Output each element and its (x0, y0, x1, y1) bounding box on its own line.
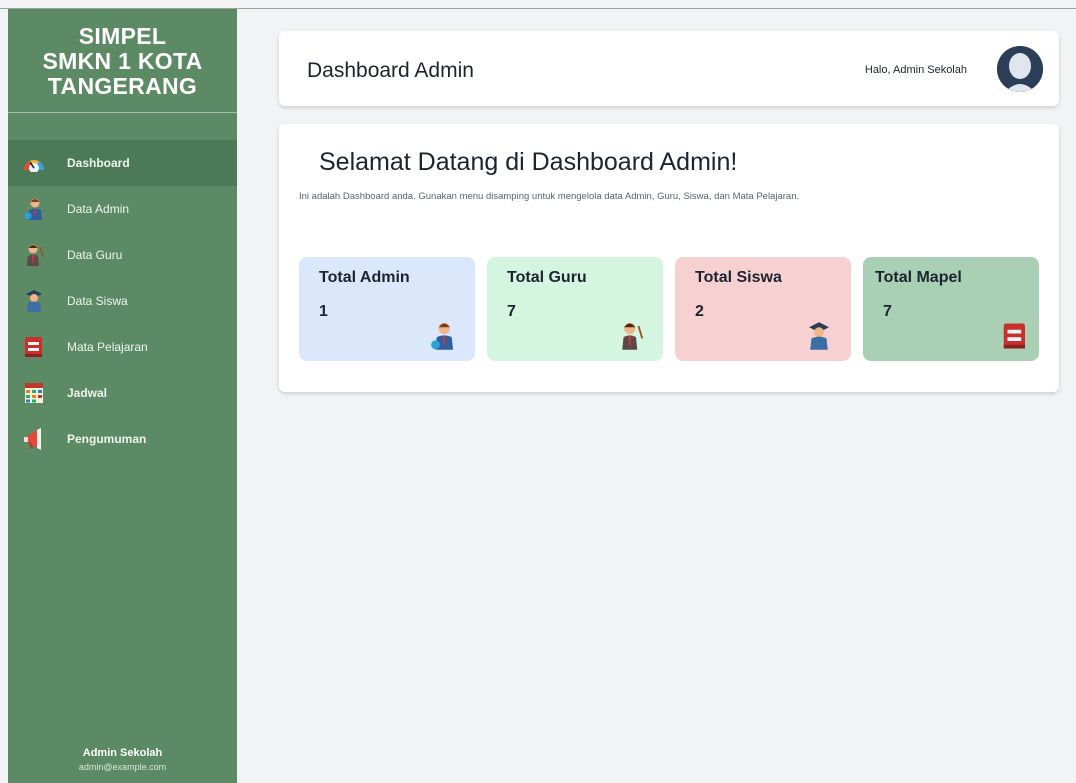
teacher-icon (617, 321, 645, 351)
sidebar: SIMPEL SMKN 1 KOTA TANGERANG Dashboard D… (8, 9, 237, 783)
stat-label: Total Mapel (875, 269, 962, 286)
stat-value: 7 (507, 303, 516, 320)
sidebar-item-label: Mata Pelajaran (67, 340, 148, 354)
sidebar-user-info: Admin Sekolah admin@example.com (8, 747, 237, 772)
sidebar-item-pengumuman[interactable]: Pengumuman (8, 416, 237, 462)
sidebar-item-jadwal[interactable]: Jadwal (8, 370, 237, 416)
welcome-card: Selamat Datang di Dashboard Admin! Ini a… (279, 124, 1059, 392)
sidebar-item-mata-pelajaran[interactable]: Mata Pelajaran (8, 324, 237, 370)
sidebar-item-data-siswa[interactable]: Data Siswa (8, 278, 237, 324)
user-greeting: Halo, Admin Sekolah (864, 64, 967, 76)
sidebar-user-name: Admin Sekolah (82, 747, 163, 759)
welcome-description: Ini adalah Dashboard anda. Gunakan menu … (299, 191, 800, 202)
brand-line-2: SMKN 1 KOTA (42, 48, 203, 74)
stat-card-guru[interactable]: Total Guru 7 (487, 257, 663, 361)
sidebar-item-label: Jadwal (67, 386, 108, 400)
sidebar-item-label: Pengumuman (67, 432, 147, 446)
stat-label: Total Guru (507, 269, 587, 286)
sidebar-item-data-admin[interactable]: Data Admin (8, 186, 237, 232)
top-header: Dashboard Admin Halo, Admin Sekolah (279, 31, 1059, 106)
stat-label: Total Siswa (695, 269, 782, 286)
sidebar-item-label: Data Siswa (67, 294, 128, 308)
megaphone-icon (23, 428, 45, 450)
brand-line-3: TANGERANG (47, 73, 198, 99)
sidebar-item-data-guru[interactable]: Data Guru (8, 232, 237, 278)
stat-value: 7 (883, 303, 892, 320)
book-icon (1001, 321, 1029, 351)
page-title: Dashboard Admin (307, 59, 474, 82)
stat-value: 2 (695, 303, 704, 320)
user-avatar-icon[interactable] (997, 46, 1043, 92)
sidebar-item-dashboard[interactable]: Dashboard (8, 140, 237, 186)
student-icon (23, 290, 45, 312)
admin-user-icon (429, 321, 457, 351)
stat-card-admin[interactable]: Total Admin 1 (299, 257, 475, 361)
brand-line-1: SIMPEL (78, 23, 167, 49)
stat-card-mapel[interactable]: Total Mapel 7 (863, 257, 1039, 361)
admin-user-icon (23, 198, 45, 220)
sidebar-item-label: Data Guru (67, 248, 123, 262)
welcome-heading: Selamat Datang di Dashboard Admin! (319, 148, 738, 176)
brand-title: SIMPEL SMKN 1 KOTA TANGERANG (8, 9, 237, 99)
stat-label: Total Admin (319, 269, 410, 286)
dashboard-gauge-icon (23, 152, 45, 174)
stat-value: 1 (319, 303, 328, 320)
stat-card-siswa[interactable]: Total Siswa 2 (675, 257, 851, 361)
calendar-icon (23, 382, 45, 404)
sidebar-item-label: Data Admin (67, 202, 130, 216)
sidebar-item-label: Dashboard (67, 156, 130, 170)
book-icon (23, 336, 45, 358)
sidebar-menu: Dashboard Data Admin Data Guru Data Sisw… (8, 140, 237, 462)
student-icon (805, 321, 833, 351)
sidebar-user-email: admin@example.com (78, 762, 167, 772)
teacher-icon (23, 244, 45, 266)
sidebar-divider (8, 112, 237, 113)
